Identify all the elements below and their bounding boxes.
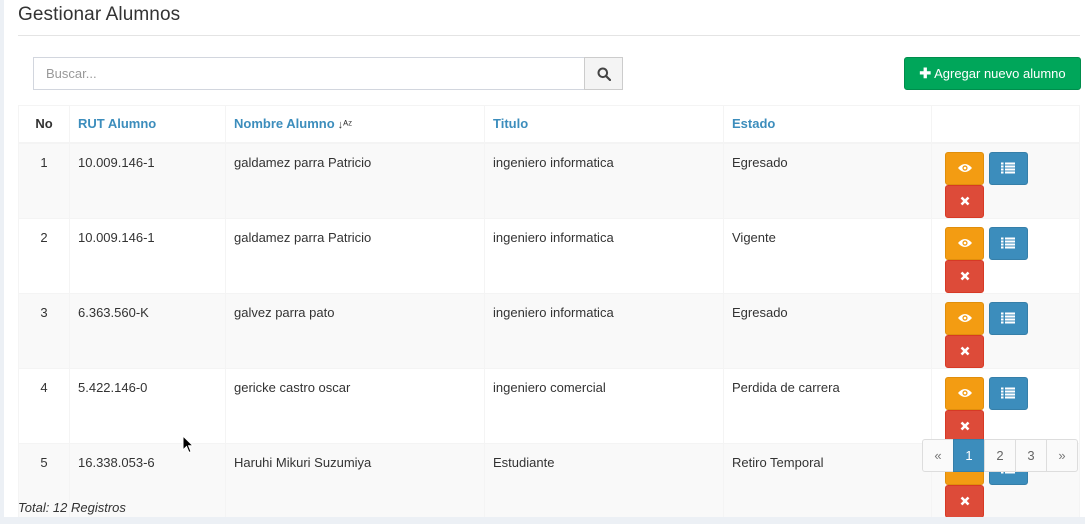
table-header-row: No RUT Alumno Nombre Alumno ↓ᴬᶻ Titulo Es… — [18, 105, 1080, 144]
view-button[interactable] — [945, 151, 984, 185]
search-icon — [597, 67, 611, 81]
add-student-button[interactable]: ✚ Agregar nuevo alumno — [904, 57, 1081, 90]
search-button[interactable] — [584, 57, 623, 90]
search-input[interactable]: Buscar... — [33, 57, 585, 90]
cell-no: 4 — [18, 367, 70, 444]
plus-icon: ✚ — [919, 65, 932, 81]
delete-button[interactable] — [945, 334, 984, 368]
cell-rut: 6.363.560-K — [69, 292, 226, 369]
header-estado[interactable]: Estado — [723, 105, 932, 144]
cell-titulo: Estudiante — [484, 442, 724, 519]
header-rut-label: RUT Alumno — [78, 116, 157, 132]
delete-button[interactable] — [945, 259, 984, 293]
total-records: Total: 12 Registros — [18, 500, 126, 515]
table-row: 3 6.363.560-K galvez parra pato ingeniero i… — [18, 292, 1080, 369]
cell-rut: 10.009.146-1 — [69, 142, 226, 219]
view-button[interactable] — [945, 376, 984, 410]
detail-button[interactable] — [988, 151, 1028, 185]
page-left-edge — [0, 0, 4, 524]
cell-estado: Vigente — [723, 217, 932, 294]
cell-nombre: galdamez parra Patricio — [225, 217, 485, 294]
header-nombre[interactable]: Nombre Alumno ↓ᴬᶻ — [225, 105, 485, 144]
header-estado-label: Estado — [732, 116, 776, 132]
cell-titulo: ingeniero comercial — [484, 367, 724, 444]
title-divider — [18, 35, 1080, 36]
cell-titulo: ingeniero informatica — [484, 292, 724, 369]
cell-nombre: galvez parra pato — [225, 292, 485, 369]
detail-button[interactable] — [988, 376, 1028, 410]
cell-no: 3 — [18, 292, 70, 369]
pagination-page-2[interactable]: 2 — [984, 439, 1016, 472]
pagination-next[interactable]: » — [1046, 439, 1078, 472]
cell-no: 1 — [18, 142, 70, 219]
table-row: 2 10.009.146-1 galdamez parra Patricio inge… — [18, 217, 1080, 294]
cell-actions — [931, 367, 1080, 444]
cell-titulo: ingeniero informatica — [484, 217, 724, 294]
table-row: 5 16.338.053-6 Haruhi Mikuri Suzumiya Estud… — [18, 442, 1080, 519]
header-nombre-label: Nombre Alumno — [234, 116, 335, 132]
delete-button[interactable] — [945, 184, 984, 218]
cell-estado: Egresado — [723, 292, 932, 369]
students-table: No RUT Alumno Nombre Alumno ↓ᴬᶻ Titulo Es… — [18, 105, 1080, 519]
cell-actions — [931, 217, 1080, 294]
cell-nombre: gericke castro oscar — [225, 367, 485, 444]
header-titulo[interactable]: Titulo — [484, 105, 724, 144]
table-row: 4 5.422.146-0 gericke castro oscar ingenier… — [18, 367, 1080, 444]
cell-actions — [931, 142, 1080, 219]
cell-nombre: Haruhi Mikuri Suzumiya — [225, 442, 485, 519]
cell-estado: Perdida de carrera — [723, 367, 932, 444]
pagination-page-1[interactable]: 1 — [953, 439, 985, 472]
pagination-page-3[interactable]: 3 — [1015, 439, 1047, 472]
header-titulo-label: Titulo — [493, 116, 529, 132]
detail-button[interactable] — [988, 226, 1028, 260]
cell-estado: Egresado — [723, 142, 932, 219]
cell-rut: 5.422.146-0 — [69, 367, 226, 444]
view-button[interactable] — [945, 226, 984, 260]
header-rut[interactable]: RUT Alumno — [69, 105, 226, 144]
table-row: 1 10.009.146-1 galdamez parra Patricio inge… — [18, 142, 1080, 219]
cell-no: 2 — [18, 217, 70, 294]
delete-button[interactable] — [945, 409, 984, 443]
detail-button[interactable] — [988, 301, 1028, 335]
header-no: No — [18, 105, 70, 144]
cell-estado: Retiro Temporal — [723, 442, 932, 519]
view-button[interactable] — [945, 301, 984, 335]
cell-rut: 10.009.146-1 — [69, 217, 226, 294]
add-student-label: Agregar nuevo alumno — [934, 66, 1066, 81]
cell-titulo: ingeniero informatica — [484, 142, 724, 219]
mouse-cursor-icon — [182, 435, 194, 454]
delete-button[interactable] — [945, 484, 984, 518]
cell-actions — [931, 292, 1080, 369]
page-title: Gestionar Alumnos — [18, 4, 181, 25]
page-bottom-edge — [0, 517, 1085, 524]
cell-nombre: galdamez parra Patricio — [225, 142, 485, 219]
pagination: « 1 2 3 » — [922, 439, 1078, 472]
sort-alpha-asc-icon: ↓ᴬᶻ — [337, 119, 353, 132]
pagination-prev[interactable]: « — [922, 439, 954, 472]
header-actions — [931, 105, 1080, 144]
